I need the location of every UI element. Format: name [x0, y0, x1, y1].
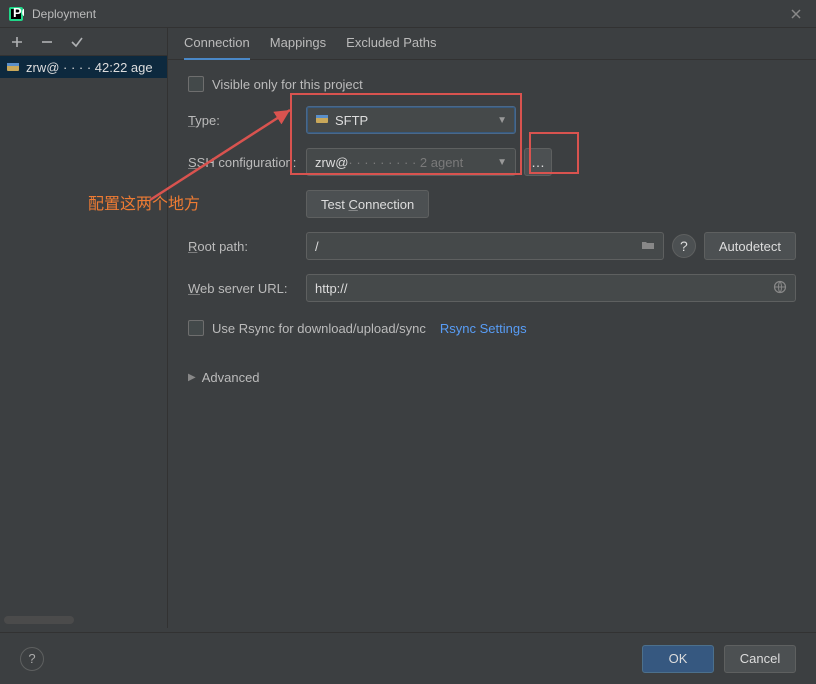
- titlebar: PC Deployment: [0, 0, 816, 28]
- type-value: SFTP: [335, 113, 491, 128]
- folder-icon[interactable]: [641, 238, 655, 255]
- web-url-label: Web server URL:: [188, 281, 298, 296]
- tab-mappings[interactable]: Mappings: [270, 28, 326, 60]
- root-path-label: Root path:: [188, 239, 298, 254]
- visible-only-label: Visible only for this project: [212, 77, 363, 92]
- ssh-config-value: zrw@· · · · · · · · · 2 agent: [315, 155, 491, 170]
- pycharm-icon: PC: [8, 6, 24, 22]
- caret-right-icon: ▶: [188, 372, 196, 383]
- window-title: Deployment: [32, 7, 784, 21]
- visible-only-checkbox[interactable]: [188, 76, 204, 92]
- tab-bar: Connection Mappings Excluded Paths: [168, 28, 816, 60]
- type-row: Type: SFTP ▼: [188, 106, 796, 134]
- visible-only-row: Visible only for this project: [188, 76, 796, 92]
- connection-form: Visible only for this project Type: SFTP…: [168, 60, 816, 401]
- ftp-icon: [6, 60, 20, 74]
- caret-down-icon: ▼: [497, 115, 507, 126]
- ssh-config-row: SSH configuration: zrw@· · · · · · · · ·…: [188, 148, 796, 176]
- sidebar-toolbar: [0, 28, 167, 56]
- test-connection-row: Test Connection: [188, 190, 796, 218]
- close-icon[interactable]: [784, 2, 808, 26]
- web-url-value: http://: [315, 281, 348, 296]
- add-button[interactable]: [8, 33, 26, 51]
- root-path-input[interactable]: /: [306, 232, 664, 260]
- use-rsync-checkbox[interactable]: [188, 320, 204, 336]
- type-label: Type:: [188, 113, 298, 128]
- advanced-label: Advanced: [202, 370, 260, 385]
- use-rsync-row: Use Rsync for download/upload/sync Rsync…: [188, 320, 796, 336]
- caret-down-icon: ▼: [497, 157, 507, 168]
- ssh-config-more-button[interactable]: …: [524, 148, 552, 176]
- cancel-button[interactable]: Cancel: [724, 645, 796, 673]
- globe-icon[interactable]: [773, 280, 787, 297]
- test-connection-button[interactable]: Test Connection: [306, 190, 429, 218]
- use-rsync-label: Use Rsync for download/upload/sync: [212, 321, 426, 336]
- server-item-label: zrw@ · · · · 42:22 age: [26, 60, 153, 75]
- type-combo[interactable]: SFTP ▼: [306, 106, 516, 134]
- root-path-value: /: [315, 239, 319, 254]
- web-url-row: Web server URL: http://: [188, 274, 796, 302]
- dialog-footer: ? OK Cancel: [0, 632, 816, 684]
- web-url-input[interactable]: http://: [306, 274, 796, 302]
- deployment-sidebar: zrw@ · · · · 42:22 age: [0, 28, 168, 628]
- apply-button[interactable]: [68, 33, 86, 51]
- autodetect-button[interactable]: Autodetect: [704, 232, 796, 260]
- ftp-icon: [315, 112, 329, 129]
- svg-text:PC: PC: [13, 6, 24, 20]
- sidebar-scrollbar[interactable]: [4, 616, 74, 624]
- ok-button[interactable]: OK: [642, 645, 714, 673]
- tab-excluded-paths[interactable]: Excluded Paths: [346, 28, 436, 60]
- rsync-settings-link[interactable]: Rsync Settings: [440, 321, 527, 336]
- root-path-row: Root path: / ? Autodetect: [188, 232, 796, 260]
- help-button[interactable]: ?: [20, 647, 44, 671]
- ssh-config-combo[interactable]: zrw@· · · · · · · · · 2 agent ▼: [306, 148, 516, 176]
- ssh-config-label: SSH configuration:: [188, 155, 298, 170]
- advanced-toggle[interactable]: ▶ Advanced: [188, 370, 796, 385]
- tab-connection[interactable]: Connection: [184, 28, 250, 60]
- remove-button[interactable]: [38, 33, 56, 51]
- server-list: zrw@ · · · · 42:22 age: [0, 56, 167, 612]
- server-list-item[interactable]: zrw@ · · · · 42:22 age: [0, 56, 167, 78]
- root-path-help-button[interactable]: ?: [672, 234, 696, 258]
- main-panel: Connection Mappings Excluded Paths Visib…: [168, 28, 816, 628]
